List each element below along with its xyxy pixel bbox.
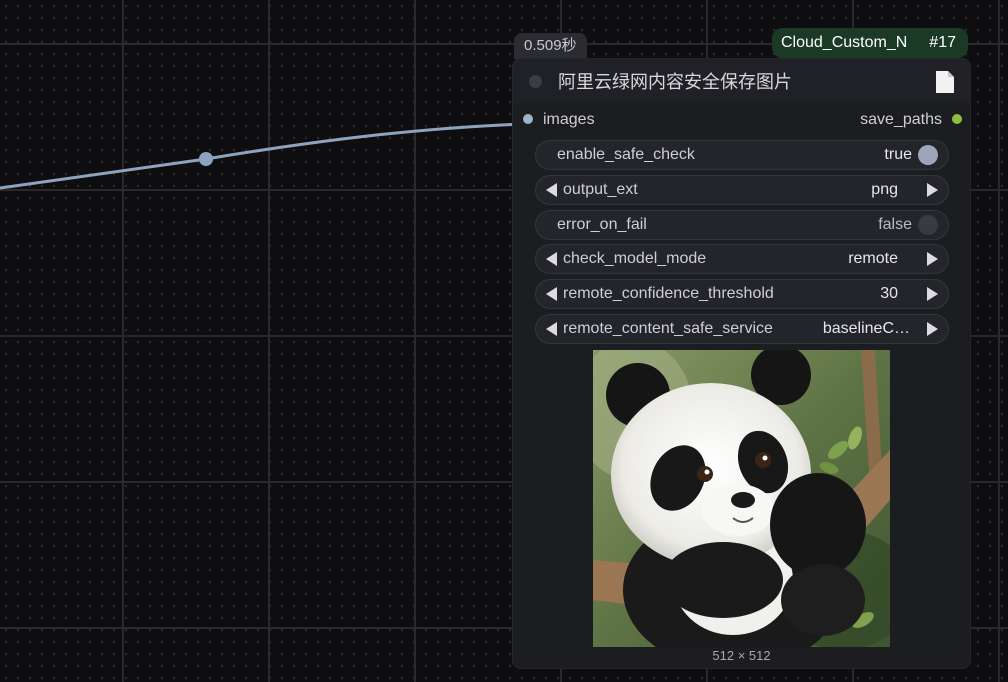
images-input-label: images	[543, 111, 595, 128]
save-paths-output-slot[interactable]	[952, 114, 962, 124]
widget-label: error_on_fail	[557, 216, 647, 233]
remote-content-safe-service-combo[interactable]: remote_content_safe_service baselineC…	[535, 314, 949, 344]
widget-label: check_model_mode	[563, 250, 707, 267]
widget-label: enable_safe_check	[557, 146, 695, 163]
increment-arrow-icon[interactable]	[927, 183, 938, 197]
toggle-knob	[918, 145, 938, 165]
widget-value: 30	[880, 285, 898, 302]
increment-arrow-icon[interactable]	[927, 322, 938, 336]
decrement-arrow-icon[interactable]	[546, 183, 557, 197]
widget-label: output_ext	[563, 181, 638, 198]
file-icon[interactable]	[934, 70, 956, 94]
widget-value: png	[871, 181, 898, 198]
slot-row: images save_paths	[513, 103, 970, 135]
node-title-bar[interactable]: 阿里云绿网内容安全保存图片	[513, 59, 970, 103]
widget-value: false	[878, 216, 912, 233]
widget-value: remote	[848, 250, 898, 267]
panda-image	[593, 350, 890, 647]
save-image-node[interactable]: 阿里云绿网内容安全保存图片 images save_paths enable_s…	[513, 59, 970, 668]
save-paths-output-label: save_paths	[860, 111, 942, 128]
images-input-slot[interactable]	[523, 114, 533, 124]
image-preview[interactable]	[593, 350, 890, 647]
execution-time-label: 0.509秒	[514, 33, 587, 59]
widget-value: true	[884, 146, 912, 163]
widget-label: remote_confidence_threshold	[563, 285, 774, 302]
node-id: #17	[929, 34, 956, 51]
widget-value: baselineC…	[822, 320, 910, 337]
node-source-badge: Cloud_Custom_N #17	[772, 28, 968, 58]
output-ext-combo[interactable]: output_ext png	[535, 175, 949, 205]
collapse-toggle[interactable]	[529, 74, 542, 88]
increment-arrow-icon[interactable]	[927, 252, 938, 266]
widget-label: remote_content_safe_service	[563, 320, 773, 337]
decrement-arrow-icon[interactable]	[546, 322, 557, 336]
check-model-mode-combo[interactable]: check_model_mode remote	[535, 244, 949, 274]
remote-confidence-threshold-number[interactable]: remote_confidence_threshold 30	[535, 279, 949, 309]
decrement-arrow-icon[interactable]	[546, 252, 557, 266]
node-title: 阿里云绿网内容安全保存图片	[558, 72, 792, 92]
badge-name: Cloud_Custom_N	[781, 34, 908, 51]
error-on-fail-toggle[interactable]: error_on_fail false	[535, 210, 949, 240]
enable-safe-check-toggle[interactable]: enable_safe_check true	[535, 140, 949, 170]
decrement-arrow-icon[interactable]	[546, 287, 557, 301]
link-midpoint-handle[interactable]	[199, 152, 213, 166]
increment-arrow-icon[interactable]	[927, 287, 938, 301]
toggle-knob	[918, 215, 938, 235]
image-dimensions: 512 × 512	[712, 648, 771, 663]
